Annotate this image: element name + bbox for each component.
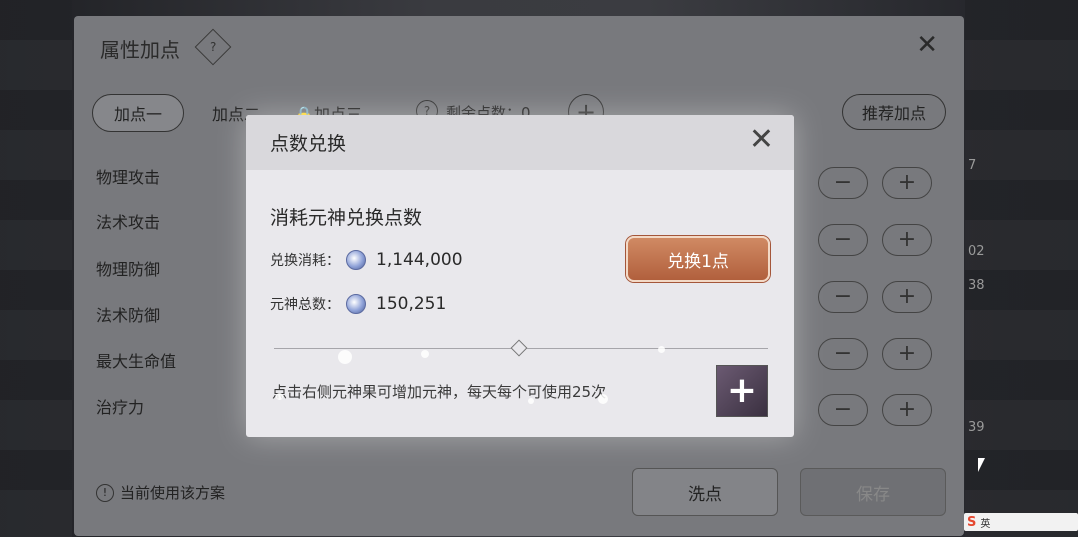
- spirit-total-value: 150,251: [376, 294, 447, 314]
- plus-button[interactable]: +: [882, 224, 932, 256]
- left-decoration: [0, 0, 72, 537]
- particle-effect: [421, 350, 429, 358]
- stat-label: 物理防御: [96, 260, 161, 279]
- dialog-title: 点数兑换: [270, 133, 347, 155]
- stat-label: 治疗力: [96, 398, 145, 417]
- current-plan-notice: ! 当前使用该方案: [96, 482, 225, 503]
- exchange-cost-label: 兑换消耗：: [270, 253, 340, 269]
- stat-label: 法术防御: [96, 306, 161, 325]
- diamond-ornament: [510, 339, 528, 357]
- minus-button[interactable]: −: [818, 394, 868, 426]
- plus-button[interactable]: +: [882, 338, 932, 370]
- minus-button[interactable]: −: [818, 167, 868, 199]
- right-number: 39: [968, 420, 985, 435]
- spirit-fruit-add-icon[interactable]: +: [716, 365, 768, 417]
- particle-effect: [598, 394, 608, 404]
- minus-button[interactable]: −: [818, 281, 868, 313]
- close-icon[interactable]: ✕: [916, 32, 938, 58]
- points-exchange-dialog: 点数兑换 ✕ 消耗元神兑换点数 兑换消耗： 1,144,000 元神总数： 15…: [246, 115, 794, 437]
- plus-button[interactable]: +: [882, 167, 932, 199]
- right-decoration: [965, 0, 1078, 537]
- ime-toolbar[interactable]: S 英: [964, 513, 1078, 531]
- right-number: 02: [968, 244, 985, 259]
- stat-label: 最大生命值: [96, 352, 177, 371]
- dialog-subtitle: 消耗元神兑换点数: [270, 207, 423, 229]
- particle-effect: [658, 346, 665, 353]
- particle-effect: [338, 350, 352, 364]
- right-number: 7: [968, 158, 977, 173]
- ime-language[interactable]: 英: [980, 515, 990, 530]
- wash-points-button[interactable]: 洗点: [632, 468, 778, 516]
- plus-button[interactable]: +: [882, 394, 932, 426]
- tab-plan-one[interactable]: 加点一: [92, 94, 184, 132]
- spirit-currency-icon: [346, 294, 366, 314]
- close-icon[interactable]: ✕: [749, 125, 774, 155]
- particle-effect: [528, 398, 534, 404]
- exchange-one-point-button[interactable]: 兑换1点: [626, 236, 770, 282]
- spirit-total-label: 元神总数：: [270, 297, 340, 313]
- minus-button[interactable]: −: [818, 338, 868, 370]
- ime-logo-icon[interactable]: S: [967, 515, 976, 530]
- spirit-total-row: 元神总数： 150,251: [270, 294, 446, 314]
- attribute-window-title: 属性加点: [100, 38, 180, 62]
- spirit-currency-icon: [346, 250, 366, 270]
- spirit-fruit-tip: 点击右侧元神果可增加元神，每天每个可使用25次: [272, 383, 607, 401]
- stat-label: 法术攻击: [96, 213, 161, 232]
- exchange-cost-row: 兑换消耗： 1,144,000: [270, 250, 463, 270]
- recommend-points-button[interactable]: 推荐加点: [842, 94, 946, 130]
- exchange-cost-value: 1,144,000: [376, 250, 463, 270]
- plus-button[interactable]: +: [882, 281, 932, 313]
- right-number: 38: [968, 278, 985, 293]
- dialog-header: 点数兑换 ✕: [246, 115, 794, 170]
- minus-button[interactable]: −: [818, 224, 868, 256]
- stat-label: 物理攻击: [96, 168, 161, 187]
- current-plan-label: 当前使用该方案: [120, 484, 226, 502]
- mouse-cursor-icon: [978, 458, 985, 472]
- help-icon[interactable]: ?: [194, 28, 232, 66]
- save-button[interactable]: 保存: [800, 468, 946, 516]
- particle-effect: [276, 393, 283, 400]
- info-icon: !: [96, 483, 114, 502]
